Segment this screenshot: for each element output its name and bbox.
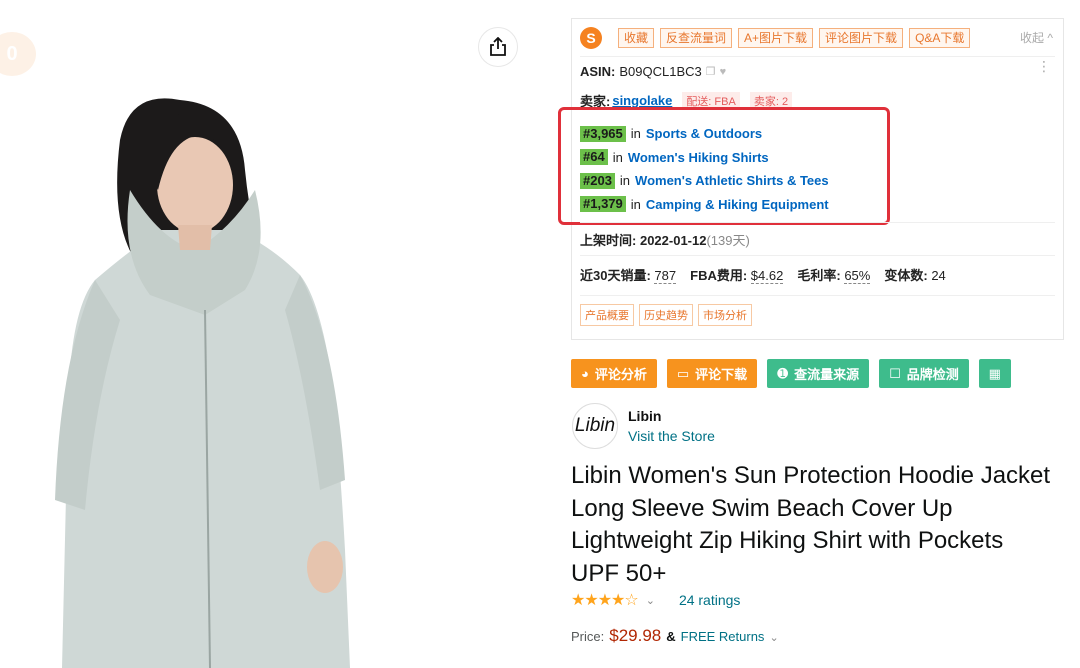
- qa-download-button[interactable]: Q&A下载: [909, 28, 971, 48]
- rank-category-link[interactable]: Women's Hiking Shirts: [628, 150, 769, 165]
- tab-market-analysis[interactable]: 市场分析: [698, 304, 752, 326]
- traffic-source-button[interactable]: ➊ 查流量来源: [767, 359, 870, 388]
- variants-stat: 变体数: 24: [884, 268, 946, 283]
- rank-item: #3,965 in Sports & Outdoors: [580, 122, 829, 146]
- copy-icon[interactable]: ❐: [706, 65, 716, 78]
- review-download-label: 评论下载: [695, 367, 748, 382]
- stats-row: 近30天销量: 787 FBA费用: $4.62 毛利率: 65% 变体数: 2…: [580, 265, 946, 284]
- rank-in: in: [630, 126, 641, 142]
- rank-number: #203: [580, 172, 615, 189]
- rating-row: ★★★★☆ ⌄ 24 ratings: [571, 590, 740, 610]
- price-label: Price:: [571, 629, 605, 644]
- tab-product-overview[interactable]: 产品概要: [580, 304, 634, 326]
- plugin-toolbar: S 收藏 反查流量词 A+图片下载 评论图片下载 Q&A下载: [580, 27, 971, 49]
- rank-item: #64 in Women's Hiking Shirts: [580, 146, 829, 170]
- ratings-count-link[interactable]: 24 ratings: [679, 592, 740, 608]
- seller-label: 卖家:: [580, 94, 611, 109]
- listing-date-row: 上架时间: 2022-01-12(139天): [580, 230, 750, 249]
- rank-in: in: [612, 149, 623, 165]
- rank-category-link[interactable]: Camping & Hiking Equipment: [646, 197, 829, 212]
- product-title: Libin Women's Sun Protection Hoodie Jack…: [571, 462, 1051, 587]
- reverse-keyword-button[interactable]: 反查流量词: [660, 28, 733, 48]
- calculator-icon: ▦: [988, 365, 1001, 381]
- brand-check-label: 品牌检测: [906, 367, 959, 382]
- corner-badge: 0: [0, 32, 36, 76]
- review-analysis-label: 评论分析: [594, 367, 647, 382]
- asin-row: ASIN: B09QCL1BC3 ❐ ♥: [580, 64, 726, 79]
- rank-in: in: [619, 173, 631, 189]
- pie-chart-icon: ◕: [581, 366, 589, 381]
- checkbox-icon: ☐: [889, 365, 901, 381]
- review-download-button[interactable]: ▭ 评论下载: [666, 359, 758, 388]
- free-returns-link[interactable]: FREE Returns: [681, 629, 765, 644]
- seller-row: 卖家: singolake 配送: FBA 卖家: 2: [580, 91, 793, 110]
- fulfillment-tag: 配送: FBA: [682, 91, 740, 110]
- seller-count-tag: 卖家: 2: [749, 91, 793, 110]
- rank-number: #1,379: [580, 196, 626, 213]
- favorite-button[interactable]: 收藏: [618, 28, 655, 48]
- asin-value: B09QCL1BC3: [619, 64, 702, 79]
- rank-item: #1,379 in Camping & Hiking Equipment: [580, 193, 829, 217]
- listing-date-value: 2022-01-12: [639, 233, 707, 248]
- divider: [580, 295, 1055, 296]
- review-analysis-button[interactable]: ◕ 评论分析: [571, 359, 657, 388]
- listing-days: (139天): [706, 233, 750, 248]
- chevron-down-icon[interactable]: ⌄: [646, 594, 655, 607]
- divider: [580, 255, 1055, 256]
- plugin-tabs: 产品概要 历史趋势 市场分析: [580, 304, 752, 326]
- rank-in: in: [630, 196, 641, 212]
- seller-link[interactable]: singolake: [612, 93, 672, 108]
- brand-name: Libin: [628, 408, 662, 424]
- collapse-button[interactable]: 收起 ^: [1020, 29, 1053, 46]
- margin-stat: 毛利率: 65%: [797, 268, 871, 284]
- share-button[interactable]: [478, 27, 518, 67]
- seller-plugin-panel: S 收藏 反查流量词 A+图片下载 评论图片下载 Q&A下载 收起 ^ ⋮ AS…: [558, 18, 1064, 340]
- rank-number: #3,965: [580, 125, 626, 142]
- review-image-download-button[interactable]: 评论图片下载: [819, 28, 904, 48]
- rank-category-link[interactable]: Women's Athletic Shirts & Tees: [635, 173, 829, 188]
- aplus-image-download-button[interactable]: A+图片下载: [738, 28, 814, 48]
- price-value: $29.98: [609, 626, 662, 645]
- star-rating-icon[interactable]: ★★★★☆: [571, 590, 639, 610]
- traffic-source-label: 查流量来源: [794, 367, 860, 382]
- chevron-down-icon[interactable]: ⌄: [769, 631, 778, 644]
- plugin-logo: S: [580, 27, 602, 49]
- rank-number: #64: [580, 149, 608, 166]
- divider: [580, 56, 1055, 57]
- more-options-icon[interactable]: ⋮: [1037, 59, 1051, 73]
- sales-30d-stat: 近30天销量: 787: [580, 268, 677, 284]
- arrow-circle-icon: ➊: [777, 365, 789, 381]
- asin-label: ASIN:: [580, 64, 616, 79]
- comment-icon: ▭: [676, 365, 690, 381]
- visit-store-link[interactable]: Visit the Store: [628, 428, 715, 444]
- product-image[interactable]: [0, 80, 560, 668]
- action-button-row: ◕ 评论分析 ▭ 评论下载 ➊ 查流量来源 ☐ 品牌检测 ▦: [571, 359, 1011, 388]
- rank-item: #203 in Women's Athletic Shirts & Tees: [580, 169, 829, 193]
- brand-check-button[interactable]: ☐ 品牌检测: [879, 359, 969, 388]
- tab-history-trend[interactable]: 历史趋势: [639, 304, 693, 326]
- brand-logo[interactable]: Libin: [572, 403, 618, 449]
- share-icon: [490, 37, 506, 56]
- calculator-button[interactable]: ▦: [978, 359, 1011, 388]
- heart-icon[interactable]: ♥: [720, 66, 727, 78]
- bsr-rank-list: #3,965 in Sports & Outdoors #64 in Women…: [580, 122, 829, 216]
- listing-date-label: 上架时间:: [580, 233, 637, 248]
- price-row: Price: $29.98 & FREE Returns ⌄: [571, 626, 795, 646]
- rank-category-link[interactable]: Sports & Outdoors: [646, 126, 762, 141]
- ampersand: &: [666, 629, 676, 644]
- divider: [580, 222, 1055, 223]
- fba-fee-stat: FBA费用: $4.62: [690, 268, 784, 284]
